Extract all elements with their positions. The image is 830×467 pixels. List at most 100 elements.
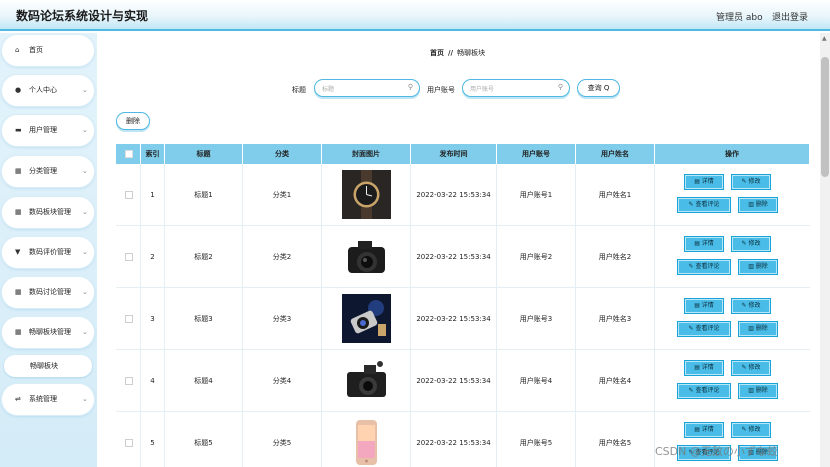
cell-cover-image xyxy=(322,288,411,350)
sidebar-item-2[interactable]: ▬ 用户管理 ⌄ xyxy=(2,115,94,146)
checkbox-cell xyxy=(116,412,141,467)
cell-cover-image xyxy=(322,412,411,467)
cell-time: 2022-03-22 15:53:34 xyxy=(411,164,497,226)
cell-category: 分类4 xyxy=(243,350,322,412)
detail-button[interactable]: ▤ 详情 xyxy=(684,422,724,438)
chevron-down-icon: ⌄ xyxy=(82,248,88,256)
cell-index: 1 xyxy=(141,164,165,226)
edit-button[interactable]: ✎ 修改 xyxy=(731,360,771,376)
cell-category: 分类5 xyxy=(243,412,322,467)
detail-button[interactable]: ▤ 详情 xyxy=(684,236,724,252)
grid-icon: ▦ xyxy=(15,328,22,336)
sidebar-item-5[interactable]: ▼ 数码评价管理 ⌄ xyxy=(2,237,94,268)
row-checkbox[interactable] xyxy=(125,439,133,447)
breadcrumb-separator: // xyxy=(448,49,454,57)
row-checkbox[interactable] xyxy=(125,377,133,385)
delete-button[interactable]: ▥ 删除 xyxy=(738,197,778,213)
delete-button[interactable]: ▥ 删除 xyxy=(738,321,778,337)
view-comments-button[interactable]: ✎ 查看评论 xyxy=(677,383,731,399)
account-search-label: 用户账号 xyxy=(427,86,455,94)
home-icon: ⌂ xyxy=(15,46,20,54)
cell-time: 2022-03-22 15:53:34 xyxy=(411,226,497,288)
cell-title: 标题5 xyxy=(165,412,243,467)
title-search-placeholder: 标题 xyxy=(322,86,335,93)
cover-image-watch xyxy=(342,170,391,219)
cell-index: 2 xyxy=(141,226,165,288)
view-comments-button[interactable]: ✎ 查看评论 xyxy=(677,321,731,337)
sidebar-subitem-chat-board[interactable]: 畅聊板块 xyxy=(4,355,92,377)
delete-button[interactable]: ▥ 删除 xyxy=(738,259,778,275)
cell-actions: ▤ 详情 ✎ 修改 ✎ 查看评论 ▥ 删除 xyxy=(655,288,810,350)
sidebar-item-label: 个人中心 xyxy=(29,86,57,94)
column-header-8: 操作 xyxy=(655,144,810,164)
delete-button[interactable]: ▥ 删除 xyxy=(738,383,778,399)
chevron-down-icon: ⌄ xyxy=(82,208,88,216)
sidebar-item-label: 数码板块管理 xyxy=(29,208,71,216)
edit-button[interactable]: ✎ 修改 xyxy=(731,236,771,252)
main-content: 首页//畅聊板块 标题 标题 ⚲ 用户账号 用户账号 ⚲ 查询 Q 删除 索引标… xyxy=(97,33,820,467)
scroll-up-icon[interactable]: ▲ xyxy=(822,35,827,42)
sidebar-item-label: 首页 xyxy=(29,46,43,54)
sidebar-item-3[interactable]: ▦ 分类管理 ⌄ xyxy=(2,156,94,187)
bulk-delete-button[interactable]: 删除 xyxy=(116,112,150,130)
grid-icon: ▦ xyxy=(15,167,22,175)
detail-button[interactable]: ▤ 详情 xyxy=(684,174,724,190)
table-row: 4 标题4 分类4 2022-03-22 15:53:34 用户账号4 用户姓名4 ▤ 详情… xyxy=(116,350,810,412)
cell-category: 分类1 xyxy=(243,164,322,226)
view-comments-button[interactable]: ✎ 查看评论 xyxy=(677,197,731,213)
breadcrumb: 首页 //畅聊板块 xyxy=(430,48,485,58)
cover-image-camera xyxy=(342,232,391,281)
briefcase-icon: ▬ xyxy=(15,126,22,134)
detail-button[interactable]: ▤ 详情 xyxy=(684,360,724,376)
detail-button[interactable]: ▤ 详情 xyxy=(684,298,724,314)
title-search-label: 标题 xyxy=(292,86,306,94)
sidebar-item-label: 畅聊板块管理 xyxy=(29,328,71,336)
cell-time: 2022-03-22 15:53:34 xyxy=(411,288,497,350)
cell-account: 用户账号4 xyxy=(497,350,576,412)
table-header: 索引 标题 分类 封面图片 发布时间 用户账号 用户姓名 操作 xyxy=(116,144,810,164)
sliders-icon: ⇌ xyxy=(15,395,21,403)
grid-icon: ▦ xyxy=(15,288,22,296)
sidebar-item-label: 数码评价管理 xyxy=(29,248,71,256)
cell-actions: ▤ 详情 ✎ 修改 ✎ 查看评论 ▥ 删除 xyxy=(655,226,810,288)
breadcrumb-home[interactable]: 首页 xyxy=(430,49,444,57)
chevron-down-icon: ⌄ xyxy=(82,86,88,94)
row-checkbox[interactable] xyxy=(125,315,133,323)
table-row: 2 标题2 分类2 2022-03-22 15:53:34 用户账号2 用户姓名2 ▤ 详情… xyxy=(116,226,810,288)
row-checkbox[interactable] xyxy=(125,191,133,199)
scroll-thumb[interactable] xyxy=(821,57,829,177)
chevron-down-icon: ⌄ xyxy=(82,288,88,296)
logout-link[interactable]: 退出登录 xyxy=(772,10,808,23)
select-all-checkbox[interactable] xyxy=(125,150,133,158)
row-checkbox[interactable] xyxy=(125,253,133,261)
cell-name: 用户姓名3 xyxy=(576,288,655,350)
cell-name: 用户姓名5 xyxy=(576,412,655,467)
sidebar-item-6[interactable]: ▦ 数码讨论管理 ⌄ xyxy=(2,277,94,308)
account-search-input[interactable]: 用户账号 ⚲ xyxy=(462,79,570,97)
query-button[interactable]: 查询 Q xyxy=(577,79,620,97)
app-title: 数码论坛系统设计与实现 xyxy=(16,9,149,23)
sidebar-item-7[interactable]: ▦ 畅聊板块管理 ⌄ xyxy=(2,317,94,348)
search-icon: ⚲ xyxy=(557,83,563,91)
edit-button[interactable]: ✎ 修改 xyxy=(731,298,771,314)
column-header-7: 用户姓名 xyxy=(576,144,655,164)
sidebar-item-4[interactable]: ▦ 数码板块管理 ⌄ xyxy=(2,197,94,228)
title-search-input[interactable]: 标题 ⚲ xyxy=(314,79,420,97)
sidebar-item-8[interactable]: ⇌ 系统管理 ⌄ xyxy=(2,384,94,415)
column-header-1: 索引 xyxy=(141,144,165,164)
account-search-placeholder: 用户账号 xyxy=(470,86,495,93)
sidebar-item-1[interactable]: ● 个人中心 ⌄ xyxy=(2,75,94,106)
vertical-scrollbar[interactable]: ▲ xyxy=(820,33,830,467)
table-row: 3 标题3 分类3 2022-03-22 15:53:34 用户账号3 用户姓名3 ▤ 详情… xyxy=(116,288,810,350)
edit-button[interactable]: ✎ 修改 xyxy=(731,174,771,190)
cell-time: 2022-03-22 15:53:34 xyxy=(411,350,497,412)
view-comments-button[interactable]: ✎ 查看评论 xyxy=(677,259,731,275)
sidebar-item-label: 数码讨论管理 xyxy=(29,288,71,296)
cell-title: 标题3 xyxy=(165,288,243,350)
sidebar-item-0[interactable]: ⌂ 首页 xyxy=(2,35,94,66)
chevron-down-icon: ⌄ xyxy=(82,395,88,403)
column-header-5: 发布时间 xyxy=(411,144,497,164)
edit-button[interactable]: ✎ 修改 xyxy=(731,422,771,438)
sidebar-item-label: 分类管理 xyxy=(29,167,57,175)
cover-image-compact-camera xyxy=(342,356,391,405)
